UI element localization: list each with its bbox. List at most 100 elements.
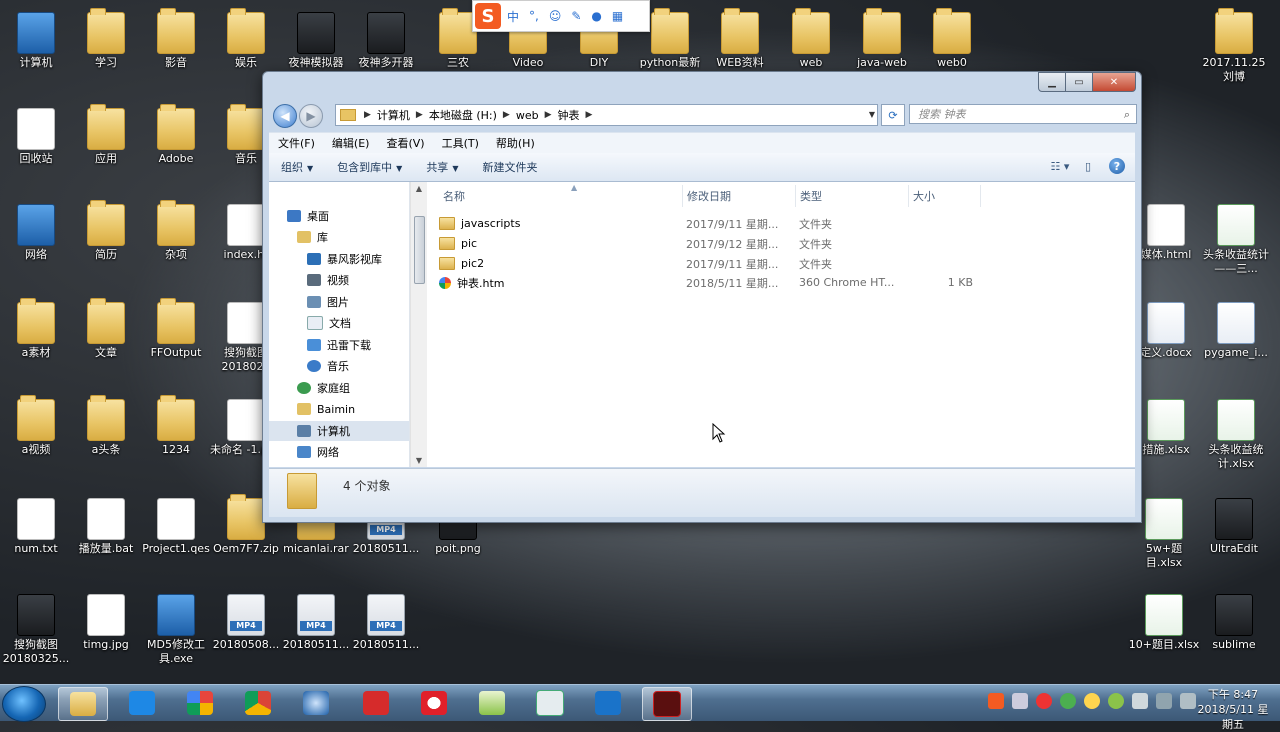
grid-icon[interactable]: ▦ [612, 9, 623, 23]
view-options-button[interactable]: ☷ ▾ [1049, 157, 1071, 175]
ime-punctuation-toggle[interactable]: °, [529, 9, 539, 23]
desktop-icon-folder[interactable]: 杂项 [140, 198, 212, 262]
desktop-icon-xlsx[interactable]: 头条收益统计 ——三... [1200, 198, 1272, 276]
preview-pane-button[interactable]: ▯ [1077, 157, 1099, 175]
desktop-icon-docx[interactable]: pygame_i... [1200, 296, 1272, 360]
share-button[interactable]: 共享 ▼ [414, 159, 470, 175]
clock[interactable]: 下午 8:47 2018/5/11 星期五 [1194, 687, 1272, 732]
flag-tray-icon[interactable] [1156, 693, 1172, 709]
taskbar-explorer[interactable] [58, 687, 108, 721]
close-button[interactable]: ✕ [1092, 72, 1136, 92]
desktop-icon-folder[interactable]: 2017.11.25 刘博 [1198, 6, 1270, 84]
file-row[interactable]: pic 2017/9/12 星期... 文件夹 [439, 234, 1135, 253]
desktop-icon-mp4[interactable]: 20180511... [350, 588, 422, 652]
taskbar-browser[interactable] [118, 687, 166, 719]
desktop-icon-computer[interactable]: 计算机 [0, 6, 72, 70]
desktop-icon-txt[interactable]: num.txt [0, 492, 72, 556]
app-tray-icon[interactable] [1108, 693, 1124, 709]
menu-edit[interactable]: 编辑(E) [323, 135, 378, 151]
desktop-icon-folder[interactable]: 娱乐 [210, 6, 282, 70]
breadcrumb-current[interactable]: 钟表 [554, 107, 584, 123]
desktop-icon-nox-multi[interactable]: 夜神多开器 [350, 6, 422, 70]
desktop-icon-folder[interactable]: 文章 [70, 296, 142, 360]
desktop-icon-folder[interactable]: 应用 [70, 102, 142, 166]
breadcrumb-web[interactable]: web [512, 109, 543, 122]
column-header-size[interactable]: 大小 [909, 185, 981, 207]
taskbar-app-blue[interactable] [584, 687, 632, 719]
desktop-icon-nox[interactable]: 夜神模拟器 [280, 6, 352, 70]
new-folder-button[interactable]: 新建文件夹 [470, 159, 549, 175]
taskbar-chrome-360[interactable] [176, 687, 224, 719]
menu-tools[interactable]: 工具(T) [433, 135, 487, 151]
desktop-icon-folder[interactable]: WEB资料 [704, 6, 776, 70]
scroll-down-icon[interactable]: ▼ [411, 456, 427, 465]
nav-thunder-downloads[interactable]: 迅雷下载 [269, 335, 409, 355]
file-row[interactable]: javascripts 2017/9/11 星期... 文件夹 [439, 214, 1135, 233]
desktop-icon-folder[interactable]: a头条 [70, 393, 142, 457]
desktop-icon-folder[interactable]: FFOutput [140, 296, 212, 360]
start-button[interactable] [2, 686, 46, 722]
desktop-icon-folder[interactable]: web [775, 6, 847, 70]
breadcrumb-computer[interactable]: 计算机 [373, 107, 414, 123]
desktop-icon-folder[interactable]: web0 [916, 6, 988, 70]
menu-file[interactable]: 文件(F) [269, 135, 323, 151]
monitor-tray-icon[interactable] [1132, 693, 1148, 709]
desktop-icon-folder[interactable]: a视频 [0, 393, 72, 457]
app-tray-icon[interactable] [1036, 693, 1052, 709]
microphone-icon[interactable]: ● [591, 9, 601, 23]
column-header-type[interactable]: 类型 [796, 185, 909, 207]
forward-button[interactable]: ▶ [299, 104, 323, 128]
nav-homegroup[interactable]: 家庭组 [269, 378, 409, 398]
nav-computer[interactable]: 计算机 [269, 421, 409, 441]
include-in-library-button[interactable]: 包含到库中 ▼ [325, 159, 414, 175]
desktop-icon-folder[interactable]: 1234 [140, 393, 212, 457]
search-input[interactable]: 搜索 钟表 ⌕ [909, 104, 1137, 124]
app-tray-icon[interactable] [1060, 693, 1076, 709]
ime-toolbar[interactable]: S 中 °, ☺ ✎ ● ▦ [472, 0, 650, 32]
desktop-icon-mp4[interactable]: 20180511... [280, 588, 352, 652]
nav-videos[interactable]: 视频 [269, 270, 409, 290]
organize-button[interactable]: 组织 ▼ [269, 159, 325, 175]
minimize-button[interactable]: ▁ [1038, 72, 1066, 92]
pen-icon[interactable]: ✎ [571, 9, 581, 23]
taskbar-chrome[interactable] [234, 687, 282, 719]
nav-pictures[interactable]: 图片 [269, 292, 409, 312]
desktop-icon-sublime[interactable]: sublime [1198, 588, 1270, 652]
taskbar-ie[interactable] [292, 687, 340, 719]
desktop-icon-image[interactable]: timg.jpg [70, 588, 142, 652]
desktop-icon-network[interactable]: 网络 [0, 198, 72, 262]
desktop-icon-folder[interactable]: 影音 [140, 6, 212, 70]
desktop-icon-bat[interactable]: 播放量.bat [70, 492, 142, 556]
nav-pane-scrollbar[interactable]: ▲ ▼ [410, 182, 427, 467]
column-header-name[interactable]: 名称 ▲ [439, 183, 683, 207]
nav-documents[interactable]: 文档 [269, 313, 409, 333]
desktop-icon-folder[interactable]: java-web [846, 6, 918, 70]
desktop-icon-folder[interactable]: Adobe [140, 102, 212, 166]
file-row[interactable]: pic2 2017/9/11 星期... 文件夹 [439, 254, 1135, 273]
taskbar-window[interactable] [526, 687, 574, 719]
taskbar-netease-music[interactable] [352, 687, 400, 719]
ime-mode-toggle[interactable]: 中 [507, 8, 519, 25]
address-bar[interactable]: ▶ 计算机 ▶ 本地磁盘 (H:) ▶ web ▶ 钟表 ▶ ▼ [335, 104, 878, 126]
refresh-button[interactable]: ⟳ [881, 104, 905, 126]
nav-music[interactable]: 音乐 [269, 356, 409, 376]
sogou-tray-icon[interactable] [988, 693, 1004, 709]
desktop-icon-folder[interactable]: a素材 [0, 296, 72, 360]
nav-desktop[interactable]: 桌面 [269, 206, 409, 226]
desktop-icon-recycle-bin[interactable]: 回收站 [0, 102, 72, 166]
desktop-icon-xlsx[interactable]: 头条收益统计.xlsx [1200, 393, 1272, 471]
menu-help[interactable]: 帮助(H) [487, 135, 543, 151]
desktop-icon-folder[interactable]: 学习 [70, 6, 142, 70]
maximize-button[interactable]: ▭ [1065, 72, 1093, 92]
file-row[interactable]: 钟表.htm 2018/5/11 星期... 360 Chrome HT... … [439, 273, 1135, 292]
desktop-icon-ultraedit[interactable]: UltraEdit [1198, 492, 1270, 556]
scroll-up-icon[interactable]: ▲ [411, 184, 427, 193]
taskbar-opera[interactable] [410, 687, 458, 719]
nav-user[interactable]: Baimin [269, 399, 409, 419]
nav-network[interactable]: 网络 [269, 442, 409, 462]
scrollbar-thumb[interactable] [414, 216, 425, 284]
desktop-icon-image[interactable]: 搜狗截图 20180325... [0, 588, 72, 666]
emoji-icon[interactable]: ☺ [549, 9, 562, 23]
help-icon[interactable]: ? [1109, 158, 1125, 174]
chevron-down-icon[interactable]: ▼ [869, 110, 875, 119]
